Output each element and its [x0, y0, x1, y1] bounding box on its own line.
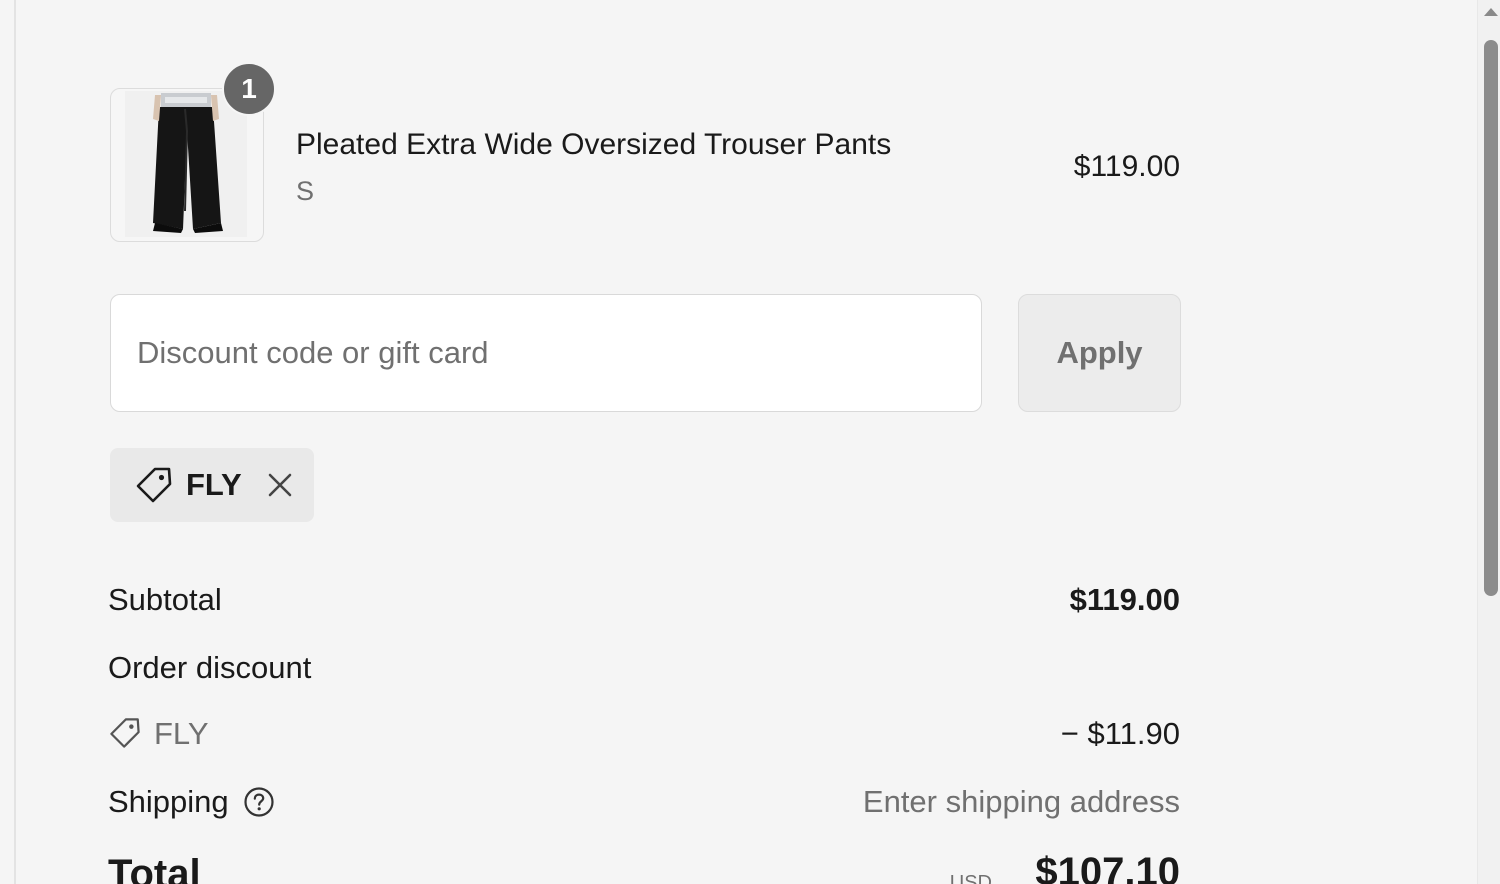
shipping-row: Shipping — [108, 784, 275, 820]
applied-discount-chip: FLY — [110, 448, 314, 522]
tag-icon — [134, 465, 174, 505]
order-discount-code-row: FLY — [108, 716, 209, 752]
panel-divider — [14, 0, 16, 884]
trouser-pants-image — [125, 91, 247, 237]
help-circle-icon[interactable] — [243, 786, 275, 818]
order-discount-label: Order discount — [108, 650, 312, 685]
subtotal-label: Subtotal — [108, 582, 222, 617]
order-discount-amount: − $11.90 — [1060, 716, 1180, 751]
total-label: Total — [108, 852, 201, 884]
applied-discount-code: FLY — [186, 467, 242, 502]
vertical-scrollbar[interactable] — [1477, 0, 1500, 884]
apply-discount-button[interactable]: Apply — [1018, 294, 1181, 412]
scrollbar-thumb[interactable] — [1484, 40, 1498, 596]
trouser-pants-icon — [125, 91, 247, 237]
product-price: $119.00 — [1073, 150, 1180, 183]
quantity-badge: 1 — [222, 62, 276, 116]
discount-code-input[interactable] — [110, 294, 982, 412]
tag-icon — [108, 716, 144, 752]
order-discount-code: FLY — [154, 716, 209, 751]
shipping-value: Enter shipping address — [862, 784, 1180, 819]
shipping-label: Shipping — [108, 784, 229, 819]
product-variant: S — [296, 176, 315, 206]
scroll-up-arrow-icon[interactable] — [1484, 8, 1498, 16]
checkout-order-summary: 1 Pleated Extra Wide Oversized Trouser P… — [0, 0, 1500, 884]
product-name: Pleated Extra Wide Oversized Trouser Pan… — [296, 128, 892, 161]
total-value: $107.10 — [1035, 850, 1180, 884]
total-currency: USD — [949, 872, 992, 884]
subtotal-value: $119.00 — [1069, 582, 1180, 617]
remove-discount-close-icon[interactable] — [264, 469, 296, 501]
